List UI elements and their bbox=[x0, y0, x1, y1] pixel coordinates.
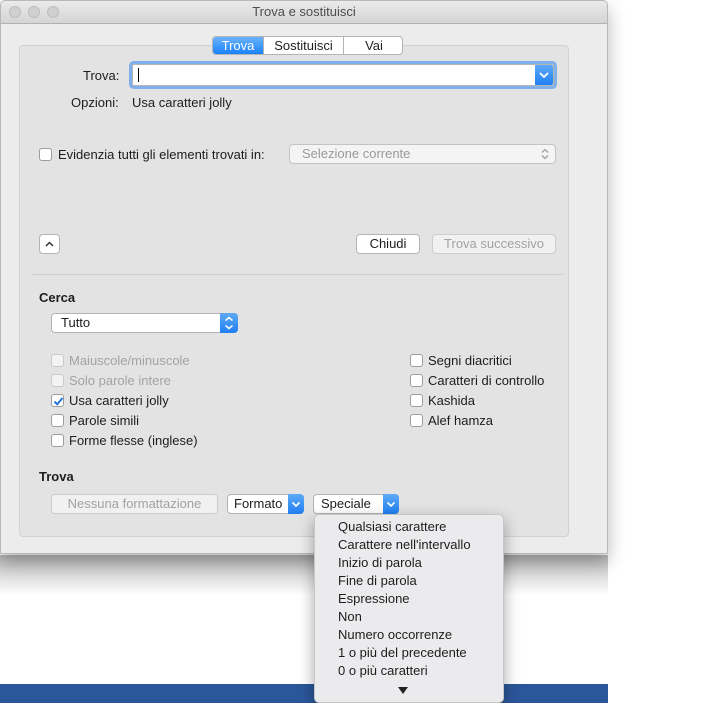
format-menu-label: Formato bbox=[234, 496, 283, 511]
minimize-window-button[interactable] bbox=[28, 6, 40, 18]
highlight-scope-select[interactable]: Selezione corrente bbox=[289, 144, 556, 164]
alef-hamza-checkbox[interactable] bbox=[410, 414, 423, 427]
menu-item-num-occurrences[interactable]: Numero occorrenze bbox=[338, 626, 452, 644]
menu-item-any-character[interactable]: Qualsiasi carattere bbox=[338, 518, 446, 536]
tab-vai[interactable]: Vai bbox=[344, 37, 402, 54]
format-menu-button[interactable]: Formato bbox=[227, 494, 304, 514]
find-history-button[interactable] bbox=[535, 65, 553, 85]
scroll-down-arrow-icon[interactable] bbox=[397, 686, 409, 695]
menu-item-end-of-word[interactable]: Fine di parola bbox=[338, 572, 417, 590]
highlight-scope-value: Selezione corrente bbox=[302, 146, 411, 161]
window-shadow bbox=[0, 555, 608, 595]
updown-chevron-icon bbox=[225, 316, 233, 330]
menu-item-one-or-more[interactable]: 1 o più del precedente bbox=[338, 644, 467, 662]
match-case-label: Maiuscole/minuscole bbox=[69, 353, 190, 368]
chevron-down-icon bbox=[386, 501, 396, 508]
special-menu-button[interactable]: Speciale bbox=[313, 494, 399, 514]
menu-item-zero-or-more[interactable]: 0 o più caratteri bbox=[338, 662, 428, 680]
wildcards-checkbox[interactable] bbox=[51, 394, 64, 407]
tab-sostituisci[interactable]: Sostituisci bbox=[264, 37, 344, 54]
word-forms-label: Forme flesse (inglese) bbox=[69, 433, 198, 448]
special-dropdown-arrow bbox=[383, 494, 399, 514]
alef-hamza-label: Alef hamza bbox=[428, 413, 494, 428]
search-direction-select[interactable]: Tutto bbox=[51, 313, 238, 333]
collapse-button[interactable] bbox=[39, 234, 60, 254]
highlight-checkbox[interactable] bbox=[39, 148, 52, 161]
zoom-window-button[interactable] bbox=[47, 6, 59, 18]
diacritics-checkbox[interactable] bbox=[410, 354, 423, 367]
find-input[interactable] bbox=[132, 64, 554, 86]
format-dropdown-arrow bbox=[288, 494, 304, 514]
background-area bbox=[608, 0, 701, 703]
close-window-button[interactable] bbox=[9, 6, 21, 18]
special-dropdown-menu: Qualsiasi carattere Carattere nell'inter… bbox=[314, 514, 504, 703]
control-chars-checkbox[interactable] bbox=[410, 374, 423, 387]
close-button[interactable]: Chiudi bbox=[356, 234, 420, 254]
chevron-down-icon bbox=[291, 501, 301, 508]
highlight-label: Evidenzia tutti gli elementi trovati in: bbox=[58, 147, 265, 162]
no-formatting-button[interactable]: Nessuna formattazione bbox=[51, 494, 218, 514]
title-bar: Trova e sostituisci bbox=[1, 1, 607, 24]
window-title: Trova e sostituisci bbox=[252, 4, 356, 19]
search-direction-arrows bbox=[220, 313, 238, 333]
sounds-like-checkbox[interactable] bbox=[51, 414, 64, 427]
sounds-like-label: Parole simili bbox=[69, 413, 140, 428]
text-cursor bbox=[138, 68, 139, 82]
options-value: Usa caratteri jolly bbox=[132, 95, 232, 110]
menu-item-beginning-of-word[interactable]: Inizio di parola bbox=[338, 554, 422, 572]
search-heading: Cerca bbox=[39, 290, 76, 305]
match-case-checkbox[interactable] bbox=[51, 354, 64, 367]
checkmark-icon bbox=[53, 397, 64, 406]
word-forms-checkbox[interactable] bbox=[51, 434, 64, 447]
diacritics-label: Segni diacritici bbox=[428, 353, 512, 368]
tab-bar: Trova Sostituisci Vai bbox=[212, 36, 403, 55]
find-next-button[interactable]: Trova successivo bbox=[432, 234, 556, 254]
control-chars-label: Caratteri di controllo bbox=[428, 373, 545, 388]
options-label: Opzioni: bbox=[71, 95, 119, 110]
menu-item-not[interactable]: Non bbox=[338, 608, 362, 626]
kashida-checkbox[interactable] bbox=[410, 394, 423, 407]
chevron-up-icon bbox=[45, 241, 54, 247]
updown-chevron-icon bbox=[541, 148, 549, 160]
tab-panel bbox=[19, 45, 569, 537]
whole-words-label: Solo parole intere bbox=[69, 373, 171, 388]
find-label: Trova: bbox=[83, 68, 120, 83]
tab-trova[interactable]: Trova bbox=[213, 37, 264, 54]
kashida-label: Kashida bbox=[428, 393, 475, 408]
separator bbox=[31, 274, 563, 275]
special-menu-label: Speciale bbox=[321, 496, 371, 511]
menu-item-expression[interactable]: Espressione bbox=[338, 590, 410, 608]
menu-item-character-in-range[interactable]: Carattere nell'intervallo bbox=[338, 536, 471, 554]
whole-words-checkbox[interactable] bbox=[51, 374, 64, 387]
search-direction-value: Tutto bbox=[61, 315, 91, 330]
chevron-down-icon bbox=[539, 72, 549, 79]
wildcards-label: Usa caratteri jolly bbox=[69, 393, 169, 408]
format-heading: Trova bbox=[39, 469, 74, 484]
find-replace-window: Trova e sostituisci Trova Sostituisci Va… bbox=[0, 0, 608, 554]
document-status-strip bbox=[0, 684, 608, 703]
